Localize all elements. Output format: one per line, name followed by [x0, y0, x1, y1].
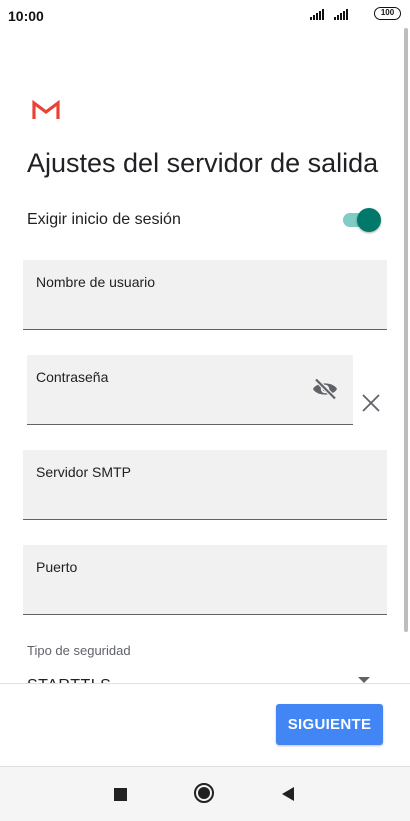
password-field[interactable]: Contraseña — [27, 355, 353, 425]
status-time: 10:00 — [8, 8, 44, 24]
navigation-bar — [0, 766, 410, 821]
security-type-label: Tipo de seguridad — [27, 643, 131, 658]
scrollbar[interactable] — [404, 28, 408, 632]
port-field[interactable]: Puerto — [23, 545, 387, 615]
port-label: Puerto — [36, 559, 78, 575]
require-login-toggle[interactable] — [341, 208, 381, 232]
require-login-label: Exigir inicio de sesión — [27, 211, 181, 228]
gmail-logo — [32, 100, 60, 119]
smtp-server-label: Servidor SMTP — [36, 464, 131, 480]
toggle-knob — [357, 208, 381, 232]
eye-off-icon[interactable] — [312, 378, 338, 400]
recents-icon[interactable] — [114, 788, 127, 801]
next-button[interactable]: SIGUIENTE — [276, 704, 383, 745]
signal-icon — [334, 9, 348, 20]
status-bar: 10:00 100 — [0, 0, 410, 30]
password-label: Contraseña — [36, 369, 109, 385]
back-icon[interactable] — [282, 787, 294, 801]
smtp-server-field[interactable]: Servidor SMTP — [23, 450, 387, 520]
close-icon[interactable] — [361, 393, 381, 413]
home-icon[interactable] — [194, 783, 214, 803]
battery-icon: 100 — [374, 7, 401, 20]
signal-icon — [310, 9, 324, 20]
username-label: Nombre de usuario — [36, 274, 156, 290]
page-title: Ajustes del servidor de salida — [27, 148, 379, 178]
security-type-select[interactable]: STARTTLS — [27, 676, 111, 683]
username-field[interactable]: Nombre de usuario — [23, 260, 387, 330]
action-bar: SIGUIENTE — [0, 683, 410, 767]
